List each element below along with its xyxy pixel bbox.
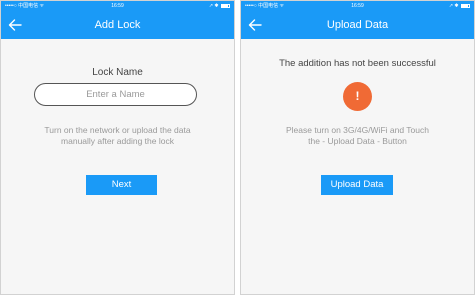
battery-icon — [221, 3, 230, 8]
status-bar: •••••○ 中国电信 ᯤ 16:59 ↗ ✱ — [241, 1, 474, 11]
hint-line: manually after adding the lock — [61, 136, 174, 146]
network-hint: Turn on the network or upload the data m… — [1, 125, 234, 147]
upload-hint: Please turn on 3G/4G/WiFi and Touch the … — [241, 125, 474, 147]
page-title: Upload Data — [326, 19, 389, 31]
status-icons: ↗ ✱ — [208, 3, 219, 9]
add-lock-screen: •••••○ 中国电信 ᯤ 16:59 ↗ ✱ Add Lock Lock Na… — [0, 0, 235, 295]
next-button[interactable]: Next — [86, 175, 157, 195]
nav-bar: Add Lock — [1, 11, 234, 39]
status-time: 16:59 — [111, 3, 124, 9]
hint-line: Turn on the network or upload the data — [44, 125, 191, 135]
error-message: The addition has not been successful — [279, 58, 436, 69]
status-time: 16:59 — [351, 3, 364, 9]
status-icons: ↗ ✱ — [448, 3, 459, 9]
hint-line: the - Upload Data - Button — [308, 136, 407, 146]
exclamation-icon: ! — [343, 82, 372, 111]
lock-name-input[interactable] — [34, 83, 197, 106]
status-bar: •••••○ 中国电信 ᯤ 16:59 ↗ ✱ — [1, 1, 234, 11]
status-right-group: ↗ ✱ — [449, 1, 470, 11]
status-right-group: ↗ ✱ — [209, 1, 230, 11]
nav-bar: Upload Data — [241, 11, 474, 39]
lock-name-label: Lock Name — [92, 67, 143, 78]
page-title: Add Lock — [94, 19, 141, 31]
battery-icon — [461, 3, 470, 8]
upload-data-screen: •••••○ 中国电信 ᯤ 16:59 ↗ ✱ Upload Data The … — [240, 0, 475, 295]
upload-data-button[interactable]: Upload Data — [321, 175, 393, 195]
hint-line: Please turn on 3G/4G/WiFi and Touch — [285, 125, 429, 135]
